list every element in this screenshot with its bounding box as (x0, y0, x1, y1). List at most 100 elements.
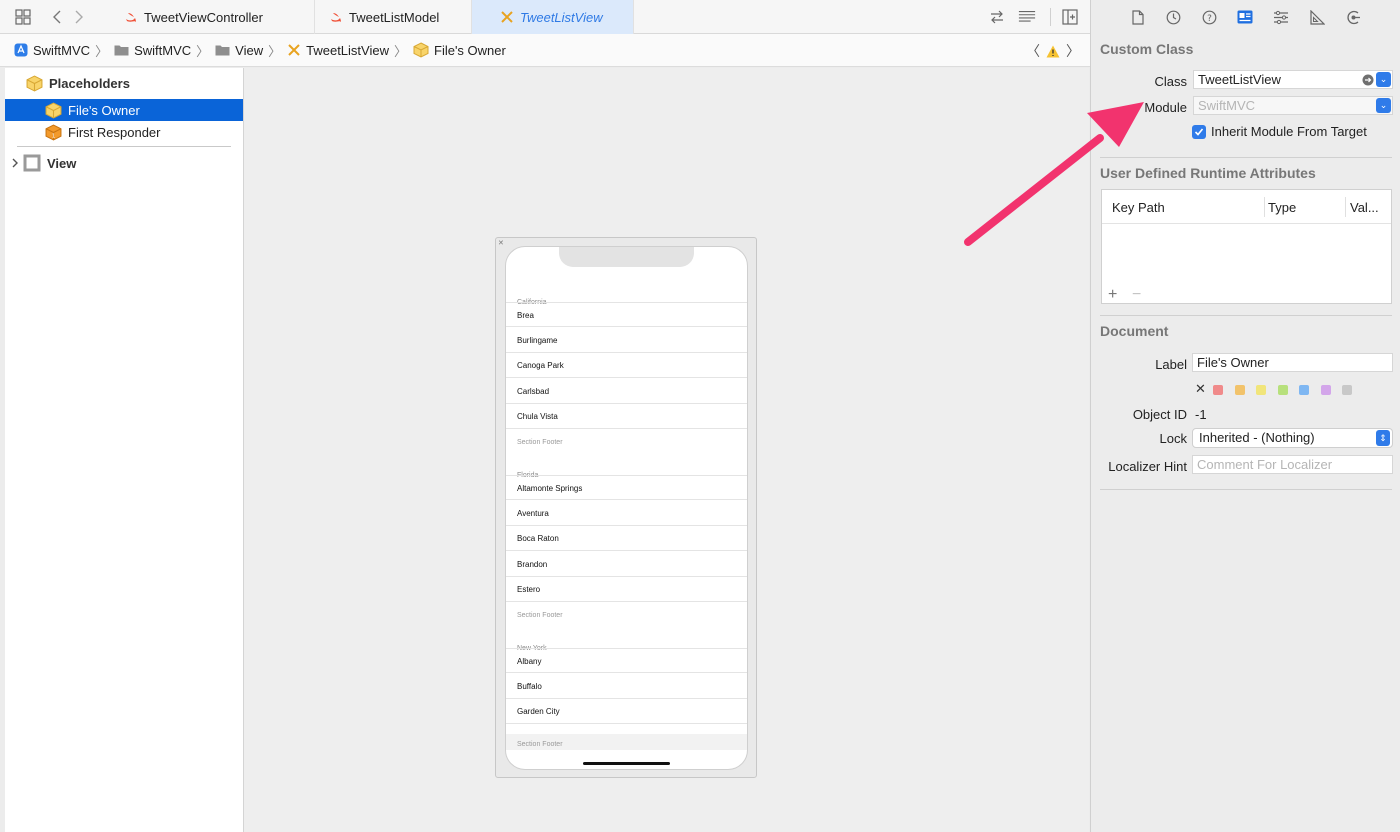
cell-label: Estero (517, 585, 541, 595)
class-dropdown-button[interactable]: ⌄ (1376, 72, 1391, 87)
back-chevron-icon[interactable] (48, 8, 66, 26)
label-color-swatch[interactable] (1213, 385, 1223, 395)
forward-chevron-icon[interactable] (70, 8, 88, 26)
runtime-attributes-table[interactable]: Key Path Type Val... + − (1101, 189, 1392, 304)
breadcrumb-xib-file[interactable]: TweetListView (287, 43, 389, 58)
folder-icon (114, 45, 129, 56)
swap-arrows-icon[interactable] (988, 8, 1006, 26)
next-issue-chevron-icon[interactable]: 〉 (1066, 41, 1080, 61)
first-responder-cube-icon: 1 (45, 123, 62, 141)
document-section-title: Document (1100, 323, 1169, 339)
breadcrumb-view-folder[interactable]: View (215, 43, 263, 58)
table-cell[interactable]: Chula Vista (506, 404, 747, 430)
column-header-key-path[interactable]: Key Path (1112, 200, 1165, 215)
label-field[interactable]: File's Owner (1192, 353, 1393, 372)
module-field-placeholder: SwiftMVC (1198, 98, 1256, 113)
attributes-inspector-icon[interactable] (1272, 8, 1290, 26)
interface-builder-icon (501, 11, 513, 23)
checkmark-icon (1194, 127, 1204, 136)
breadcrumb-group[interactable]: SwiftMVC (114, 43, 191, 58)
size-inspector-icon[interactable] (1308, 8, 1326, 26)
interface-builder-icon (288, 44, 300, 56)
editor-options-lines-icon[interactable] (1018, 8, 1036, 26)
cell-label: Buffalo (517, 681, 542, 691)
table-cell[interactable]: Garden City (506, 699, 747, 725)
custom-class-section-title: Custom Class (1100, 41, 1194, 57)
module-label: Module (1144, 100, 1187, 115)
class-field[interactable]: TweetListView ⌄ (1193, 70, 1393, 89)
tab-tweet-list-view[interactable]: TweetListView (472, 0, 634, 34)
label-field-value: File's Owner (1197, 355, 1269, 370)
table-cell[interactable]: Brandon (506, 552, 747, 577)
module-field[interactable]: SwiftMVC ⌄ (1193, 96, 1393, 115)
tab-tweet-view-controller[interactable]: TweetViewController (110, 0, 315, 34)
identity-inspector-icon[interactable] (1236, 8, 1254, 26)
lock-popup[interactable]: Inherited - (Nothing) ⇕ (1192, 428, 1393, 448)
cell-label: Brea (517, 311, 534, 320)
table-cell[interactable]: Burlingame (506, 328, 747, 353)
inherit-module-checkbox[interactable] (1192, 124, 1206, 139)
cell-label: Burlingame (517, 335, 558, 345)
device-screen[interactable]: California Brea Burlingame Canoga Park Carls… (505, 246, 748, 770)
connections-inspector-icon[interactable] (1344, 8, 1362, 26)
folder-icon (215, 45, 230, 56)
breadcrumb-project[interactable]: SwiftMVC (14, 43, 90, 58)
outline-item-files-owner[interactable]: File's Owner (5, 99, 243, 121)
scene-frame[interactable]: ✕ California Brea Burlingame Canoga Park Car… (495, 237, 757, 778)
tab-label: TweetListModel (349, 9, 440, 25)
svg-text:1: 1 (52, 133, 55, 139)
outline-item-label: File's Owner (68, 102, 140, 118)
previous-issue-chevron-icon[interactable]: 〈 (1026, 41, 1040, 61)
tab-tweet-list-model[interactable]: TweetListModel (315, 0, 472, 34)
outline-item-first-responder[interactable]: 1 First Responder (5, 121, 243, 143)
inspector-selector-bar: ? (1091, 0, 1400, 34)
remove-attribute-button[interactable]: − (1132, 286, 1141, 304)
cell-label: Garden City (517, 707, 560, 717)
module-dropdown-button[interactable]: ⌄ (1376, 98, 1391, 113)
warning-icon[interactable] (1046, 45, 1060, 58)
label-color-swatch[interactable] (1320, 385, 1331, 395)
outline-item-view[interactable]: View (5, 152, 243, 174)
toolbar-divider (1050, 8, 1051, 26)
label-color-swatch[interactable] (1299, 385, 1309, 395)
label-color-swatch[interactable] (1256, 385, 1266, 395)
column-header-type[interactable]: Type (1268, 200, 1296, 215)
table-cell[interactable]: Aventura (506, 501, 747, 526)
table-cell[interactable]: Carlsbad (506, 379, 747, 404)
jump-bar: SwiftMVC 〉 SwiftMVC 〉 View 〉 TweetListVi… (0, 34, 1090, 67)
outline-section-label: Placeholders (49, 75, 130, 91)
label-color-swatch[interactable] (1277, 385, 1288, 395)
table-cell[interactable]: Canoga Park (506, 353, 747, 379)
outline-item-label: First Responder (68, 124, 161, 140)
related-items-grid-icon[interactable] (14, 8, 32, 26)
localizer-hint-field[interactable]: Comment For Localizer (1192, 455, 1393, 474)
table-cell[interactable]: Brea (506, 302, 747, 327)
column-header-value[interactable]: Val... (1350, 200, 1379, 215)
label-color-swatch[interactable] (1342, 385, 1352, 395)
navigate-to-class-icon[interactable] (1362, 74, 1374, 86)
section-footer: Section Footer (517, 612, 563, 619)
add-editor-icon[interactable] (1061, 8, 1079, 26)
inherit-module-checkbox-row[interactable]: Inherit Module From Target (1192, 124, 1367, 139)
outline-placeholders-header[interactable]: Placeholders (5, 72, 243, 94)
table-cell[interactable]: Altamonte Springs (506, 475, 747, 500)
section-divider (1100, 489, 1392, 490)
table-cell[interactable]: Boca Raton (506, 526, 747, 552)
table-cell[interactable]: Estero (506, 577, 747, 603)
ib-canvas[interactable]: ✕ California Brea Burlingame Canoga Park Car… (244, 68, 1089, 832)
table-cell[interactable]: Albany (506, 648, 747, 673)
lock-label: Lock (1159, 431, 1187, 446)
add-attribute-button[interactable]: + (1108, 286, 1117, 304)
quick-help-icon[interactable]: ? (1200, 8, 1218, 26)
file-inspector-icon[interactable] (1129, 8, 1147, 26)
scene-close-icon[interactable]: ✕ (498, 239, 504, 247)
breadcrumb-files-owner[interactable]: File's Owner (413, 42, 506, 58)
table-cell[interactable]: Buffalo (506, 674, 747, 699)
lock-popup-stepper-icon[interactable]: ⇕ (1376, 430, 1390, 446)
label-color-swatch[interactable] (1234, 385, 1245, 395)
clear-label-color-icon[interactable]: ✕ (1195, 381, 1206, 397)
inherit-module-label: Inherit Module From Target (1211, 124, 1367, 139)
history-inspector-icon[interactable] (1164, 8, 1182, 26)
section-divider (1100, 157, 1392, 158)
disclosure-chevron-icon[interactable] (10, 157, 20, 169)
